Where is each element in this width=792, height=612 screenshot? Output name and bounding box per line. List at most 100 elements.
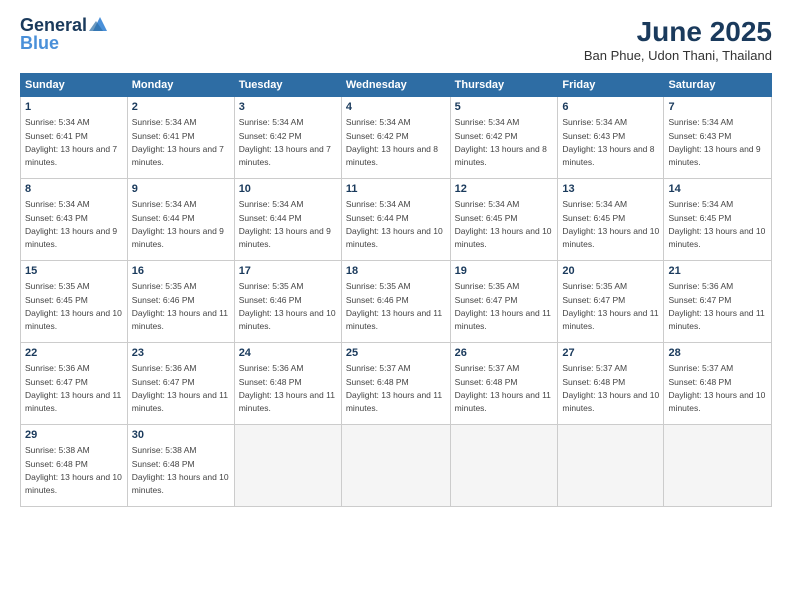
day-info: Sunrise: 5:38 AMSunset: 6:48 PMDaylight:… — [25, 445, 122, 495]
day-number: 3 — [239, 100, 337, 115]
day-info: Sunrise: 5:34 AMSunset: 6:43 PMDaylight:… — [668, 117, 760, 167]
table-row: 8 Sunrise: 5:34 AMSunset: 6:43 PMDayligh… — [21, 179, 128, 261]
day-number: 30 — [132, 428, 230, 443]
table-row: 15 Sunrise: 5:35 AMSunset: 6:45 PMDaylig… — [21, 261, 128, 343]
day-number: 12 — [455, 182, 554, 197]
table-row: 29 Sunrise: 5:38 AMSunset: 6:48 PMDaylig… — [21, 425, 128, 507]
day-number: 15 — [25, 264, 123, 279]
table-row: 20 Sunrise: 5:35 AMSunset: 6:47 PMDaylig… — [558, 261, 664, 343]
col-header-wednesday: Wednesday — [341, 74, 450, 97]
day-number: 28 — [668, 346, 767, 361]
table-row: 19 Sunrise: 5:35 AMSunset: 6:47 PMDaylig… — [450, 261, 558, 343]
day-info: Sunrise: 5:36 AMSunset: 6:48 PMDaylight:… — [239, 363, 335, 413]
day-number: 16 — [132, 264, 230, 279]
day-number: 19 — [455, 264, 554, 279]
day-info: Sunrise: 5:34 AMSunset: 6:41 PMDaylight:… — [25, 117, 117, 167]
day-info: Sunrise: 5:36 AMSunset: 6:47 PMDaylight:… — [25, 363, 121, 413]
col-header-monday: Monday — [127, 74, 234, 97]
calendar: SundayMondayTuesdayWednesdayThursdayFrid… — [20, 73, 772, 507]
day-number: 13 — [562, 182, 659, 197]
day-number: 9 — [132, 182, 230, 197]
day-number: 24 — [239, 346, 337, 361]
col-header-saturday: Saturday — [664, 74, 772, 97]
title-block: June 2025 Ban Phue, Udon Thani, Thailand — [584, 16, 772, 63]
day-info: Sunrise: 5:34 AMSunset: 6:43 PMDaylight:… — [562, 117, 654, 167]
table-row — [664, 425, 772, 507]
header: General Blue June 2025 Ban Phue, Udon Th… — [20, 16, 772, 63]
logo-blue-text: Blue — [20, 34, 59, 54]
day-info: Sunrise: 5:37 AMSunset: 6:48 PMDaylight:… — [455, 363, 551, 413]
table-row: 14 Sunrise: 5:34 AMSunset: 6:45 PMDaylig… — [664, 179, 772, 261]
day-number: 4 — [346, 100, 446, 115]
day-info: Sunrise: 5:35 AMSunset: 6:47 PMDaylight:… — [455, 281, 551, 331]
day-info: Sunrise: 5:34 AMSunset: 6:42 PMDaylight:… — [455, 117, 547, 167]
page: General Blue June 2025 Ban Phue, Udon Th… — [0, 0, 792, 612]
table-row: 24 Sunrise: 5:36 AMSunset: 6:48 PMDaylig… — [234, 343, 341, 425]
day-number: 23 — [132, 346, 230, 361]
day-info: Sunrise: 5:35 AMSunset: 6:46 PMDaylight:… — [132, 281, 228, 331]
logo-icon — [89, 13, 111, 35]
day-info: Sunrise: 5:35 AMSunset: 6:46 PMDaylight:… — [239, 281, 336, 331]
day-number: 7 — [668, 100, 767, 115]
month-title: June 2025 — [584, 16, 772, 48]
day-number: 22 — [25, 346, 123, 361]
table-row: 12 Sunrise: 5:34 AMSunset: 6:45 PMDaylig… — [450, 179, 558, 261]
day-number: 27 — [562, 346, 659, 361]
day-info: Sunrise: 5:34 AMSunset: 6:45 PMDaylight:… — [562, 199, 659, 249]
day-info: Sunrise: 5:34 AMSunset: 6:42 PMDaylight:… — [346, 117, 438, 167]
day-info: Sunrise: 5:34 AMSunset: 6:45 PMDaylight:… — [668, 199, 765, 249]
day-number: 26 — [455, 346, 554, 361]
day-number: 17 — [239, 264, 337, 279]
table-row: 10 Sunrise: 5:34 AMSunset: 6:44 PMDaylig… — [234, 179, 341, 261]
table-row: 28 Sunrise: 5:37 AMSunset: 6:48 PMDaylig… — [664, 343, 772, 425]
table-row: 22 Sunrise: 5:36 AMSunset: 6:47 PMDaylig… — [21, 343, 128, 425]
location: Ban Phue, Udon Thani, Thailand — [584, 48, 772, 63]
table-row: 17 Sunrise: 5:35 AMSunset: 6:46 PMDaylig… — [234, 261, 341, 343]
table-row: 4 Sunrise: 5:34 AMSunset: 6:42 PMDayligh… — [341, 97, 450, 179]
table-row: 1 Sunrise: 5:34 AMSunset: 6:41 PMDayligh… — [21, 97, 128, 179]
table-row: 26 Sunrise: 5:37 AMSunset: 6:48 PMDaylig… — [450, 343, 558, 425]
table-row: 30 Sunrise: 5:38 AMSunset: 6:48 PMDaylig… — [127, 425, 234, 507]
col-header-thursday: Thursday — [450, 74, 558, 97]
col-header-friday: Friday — [558, 74, 664, 97]
day-number: 21 — [668, 264, 767, 279]
day-info: Sunrise: 5:37 AMSunset: 6:48 PMDaylight:… — [668, 363, 765, 413]
day-info: Sunrise: 5:34 AMSunset: 6:44 PMDaylight:… — [239, 199, 331, 249]
day-number: 5 — [455, 100, 554, 115]
day-info: Sunrise: 5:36 AMSunset: 6:47 PMDaylight:… — [132, 363, 228, 413]
day-number: 18 — [346, 264, 446, 279]
day-number: 25 — [346, 346, 446, 361]
table-row: 2 Sunrise: 5:34 AMSunset: 6:41 PMDayligh… — [127, 97, 234, 179]
day-info: Sunrise: 5:38 AMSunset: 6:48 PMDaylight:… — [132, 445, 229, 495]
table-row — [558, 425, 664, 507]
table-row: 16 Sunrise: 5:35 AMSunset: 6:46 PMDaylig… — [127, 261, 234, 343]
table-row: 27 Sunrise: 5:37 AMSunset: 6:48 PMDaylig… — [558, 343, 664, 425]
table-row — [234, 425, 341, 507]
day-number: 10 — [239, 182, 337, 197]
col-header-sunday: Sunday — [21, 74, 128, 97]
day-number: 8 — [25, 182, 123, 197]
day-info: Sunrise: 5:37 AMSunset: 6:48 PMDaylight:… — [562, 363, 659, 413]
table-row: 3 Sunrise: 5:34 AMSunset: 6:42 PMDayligh… — [234, 97, 341, 179]
day-number: 14 — [668, 182, 767, 197]
table-row: 11 Sunrise: 5:34 AMSunset: 6:44 PMDaylig… — [341, 179, 450, 261]
table-row: 13 Sunrise: 5:34 AMSunset: 6:45 PMDaylig… — [558, 179, 664, 261]
table-row: 21 Sunrise: 5:36 AMSunset: 6:47 PMDaylig… — [664, 261, 772, 343]
table-row: 18 Sunrise: 5:35 AMSunset: 6:46 PMDaylig… — [341, 261, 450, 343]
table-row: 7 Sunrise: 5:34 AMSunset: 6:43 PMDayligh… — [664, 97, 772, 179]
table-row: 25 Sunrise: 5:37 AMSunset: 6:48 PMDaylig… — [341, 343, 450, 425]
col-header-tuesday: Tuesday — [234, 74, 341, 97]
day-number: 1 — [25, 100, 123, 115]
day-number: 29 — [25, 428, 123, 443]
day-number: 6 — [562, 100, 659, 115]
table-row: 23 Sunrise: 5:36 AMSunset: 6:47 PMDaylig… — [127, 343, 234, 425]
table-row: 5 Sunrise: 5:34 AMSunset: 6:42 PMDayligh… — [450, 97, 558, 179]
table-row — [341, 425, 450, 507]
day-number: 20 — [562, 264, 659, 279]
day-info: Sunrise: 5:35 AMSunset: 6:45 PMDaylight:… — [25, 281, 122, 331]
day-info: Sunrise: 5:34 AMSunset: 6:41 PMDaylight:… — [132, 117, 224, 167]
day-info: Sunrise: 5:36 AMSunset: 6:47 PMDaylight:… — [668, 281, 764, 331]
day-number: 2 — [132, 100, 230, 115]
day-info: Sunrise: 5:37 AMSunset: 6:48 PMDaylight:… — [346, 363, 442, 413]
day-info: Sunrise: 5:34 AMSunset: 6:44 PMDaylight:… — [346, 199, 443, 249]
